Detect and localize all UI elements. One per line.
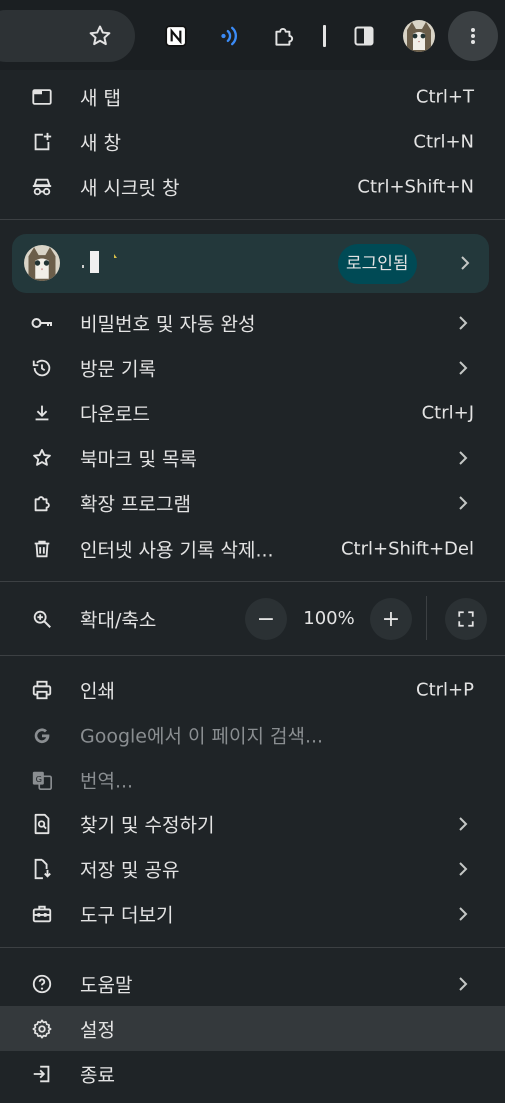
menu-item-label: 새 시크릿 창 [80,177,180,199]
zoom-divider [426,596,427,640]
side-panel-icon[interactable] [344,16,384,56]
zoom-icon [30,607,54,631]
profile-avatar[interactable] [403,20,435,52]
menu-item-label: 다운로드 [80,403,150,425]
puzzle-icon [30,491,54,515]
history-icon [30,356,54,380]
new-tab-icon [30,85,54,109]
menu-item-exit[interactable]: 종료 [0,1051,505,1096]
menu-item-label: 비밀번호 및 자동 완성 [80,313,256,335]
menu-item-shortcut: Ctrl+T [415,86,474,107]
browser-toolbar [0,0,505,70]
more-menu-icon [471,28,475,44]
download-icon [30,401,54,425]
menu-item-passwords-autofill[interactable]: 비밀번호 및 자동 완성 [0,300,505,345]
settings-gear-icon [30,1017,54,1041]
menu-item-label: 새 창 [80,132,121,154]
svg-text:G: G [36,773,42,783]
notion-extension-icon[interactable] [156,16,196,56]
fullscreen-icon [458,611,474,627]
profile-row[interactable]: 로그인됨 [12,234,489,293]
menu-divider [0,219,505,220]
zoom-in-button[interactable]: + [370,598,412,640]
profile-name-redacted [80,249,140,275]
menu-item-shortcut: Ctrl+P [416,679,474,700]
chevron-right-icon [458,256,472,270]
menu-item-label: 방문 기록 [80,358,156,380]
chevron-right-icon [456,816,470,831]
menu-divider [0,581,505,582]
star-icon [30,446,54,470]
chevron-right-icon [456,360,470,375]
exit-icon [30,1062,54,1086]
menu-item-find-edit[interactable]: 찾기 및 수정하기 [0,801,505,846]
menu-item-label: 종료 [80,1064,115,1086]
menu-item-bookmarks-lists[interactable]: 북마크 및 목록 [0,435,505,480]
incognito-icon [30,175,54,199]
menu-item-label: 도움말 [80,974,133,996]
menu-item-label: 인쇄 [80,680,115,702]
bookmark-star-icon[interactable] [80,16,120,56]
chevron-right-icon [456,450,470,465]
chevron-right-icon [456,976,470,991]
menu-divider [0,655,505,656]
menu-item-label: 인터넷 사용 기록 삭제... [80,539,274,561]
menu-item-clear-browsing-data[interactable]: 인터넷 사용 기록 삭제... Ctrl+Shift+Del [0,526,505,571]
menu-item-search-page-google: Google에서 이 페이지 검색... [0,712,505,757]
menu-divider [0,947,505,948]
menu-item-label: 확장 프로그램 [80,493,191,515]
menu-item-extensions[interactable]: 확장 프로그램 [0,480,505,525]
menu-item-print[interactable]: 인쇄 Ctrl+P [0,667,505,712]
menu-item-downloads[interactable]: 다운로드 Ctrl+J [0,390,505,435]
menu-item-shortcut: Ctrl+Shift+N [357,176,474,197]
save-share-icon [30,857,54,881]
chevron-right-icon [456,861,470,876]
toolbox-icon [30,902,54,926]
zoom-level: 100% [303,608,355,629]
menu-item-label: 설정 [80,1019,115,1041]
extensions-puzzle-icon[interactable] [264,16,304,56]
menu-item-label: 저장 및 공유 [80,859,180,881]
translate-icon: G [30,768,54,792]
menu-item-more-tools[interactable]: 도구 더보기 [0,891,505,936]
zoom-out-button[interactable]: − [245,598,287,640]
menu-item-label: 새 탭 [80,87,121,109]
print-icon [30,678,54,702]
menu-item-label: 번역... [80,770,134,792]
chevron-right-icon [456,495,470,510]
menu-item-settings[interactable]: 설정 [0,1006,505,1051]
menu-item-shortcut: Ctrl+N [413,131,474,152]
menu-item-new-window[interactable]: 새 창 Ctrl+N [0,119,505,164]
menu-item-shortcut: Ctrl+J [421,402,474,423]
menu-item-save-share[interactable]: 저장 및 공유 [0,846,505,891]
menu-item-label: 찾기 및 수정하기 [80,814,215,836]
menu-item-new-incognito-window[interactable]: 새 시크릿 창 Ctrl+Shift+N [0,164,505,209]
profile-avatar [24,245,60,281]
chevron-right-icon [456,315,470,330]
new-window-icon [30,130,54,154]
menu-item-label: 북마크 및 목록 [80,448,197,470]
menu-item-new-tab[interactable]: 새 탭 Ctrl+T [0,74,505,119]
toolbar-divider [323,25,326,47]
more-menu-button[interactable] [448,11,498,61]
menu-item-translate: G 번역... [0,757,505,802]
key-icon [30,311,54,335]
signed-in-badge: 로그인됨 [338,244,417,284]
find-icon [30,812,54,836]
zoom-label: 확대/축소 [80,609,157,631]
chevron-right-icon [456,906,470,921]
trash-icon [30,537,54,561]
menu-item-help[interactable]: 도움말 [0,961,505,1006]
wireless-signal-icon[interactable] [210,16,250,56]
help-icon [30,972,54,996]
menu-item-shortcut: Ctrl+Shift+Del [340,538,474,559]
google-g-icon [30,723,54,747]
menu-item-history[interactable]: 방문 기록 [0,345,505,390]
menu-item-label: 도구 더보기 [80,904,174,926]
menu-item-label: Google에서 이 페이지 검색... [80,725,324,747]
fullscreen-button[interactable] [445,598,487,640]
